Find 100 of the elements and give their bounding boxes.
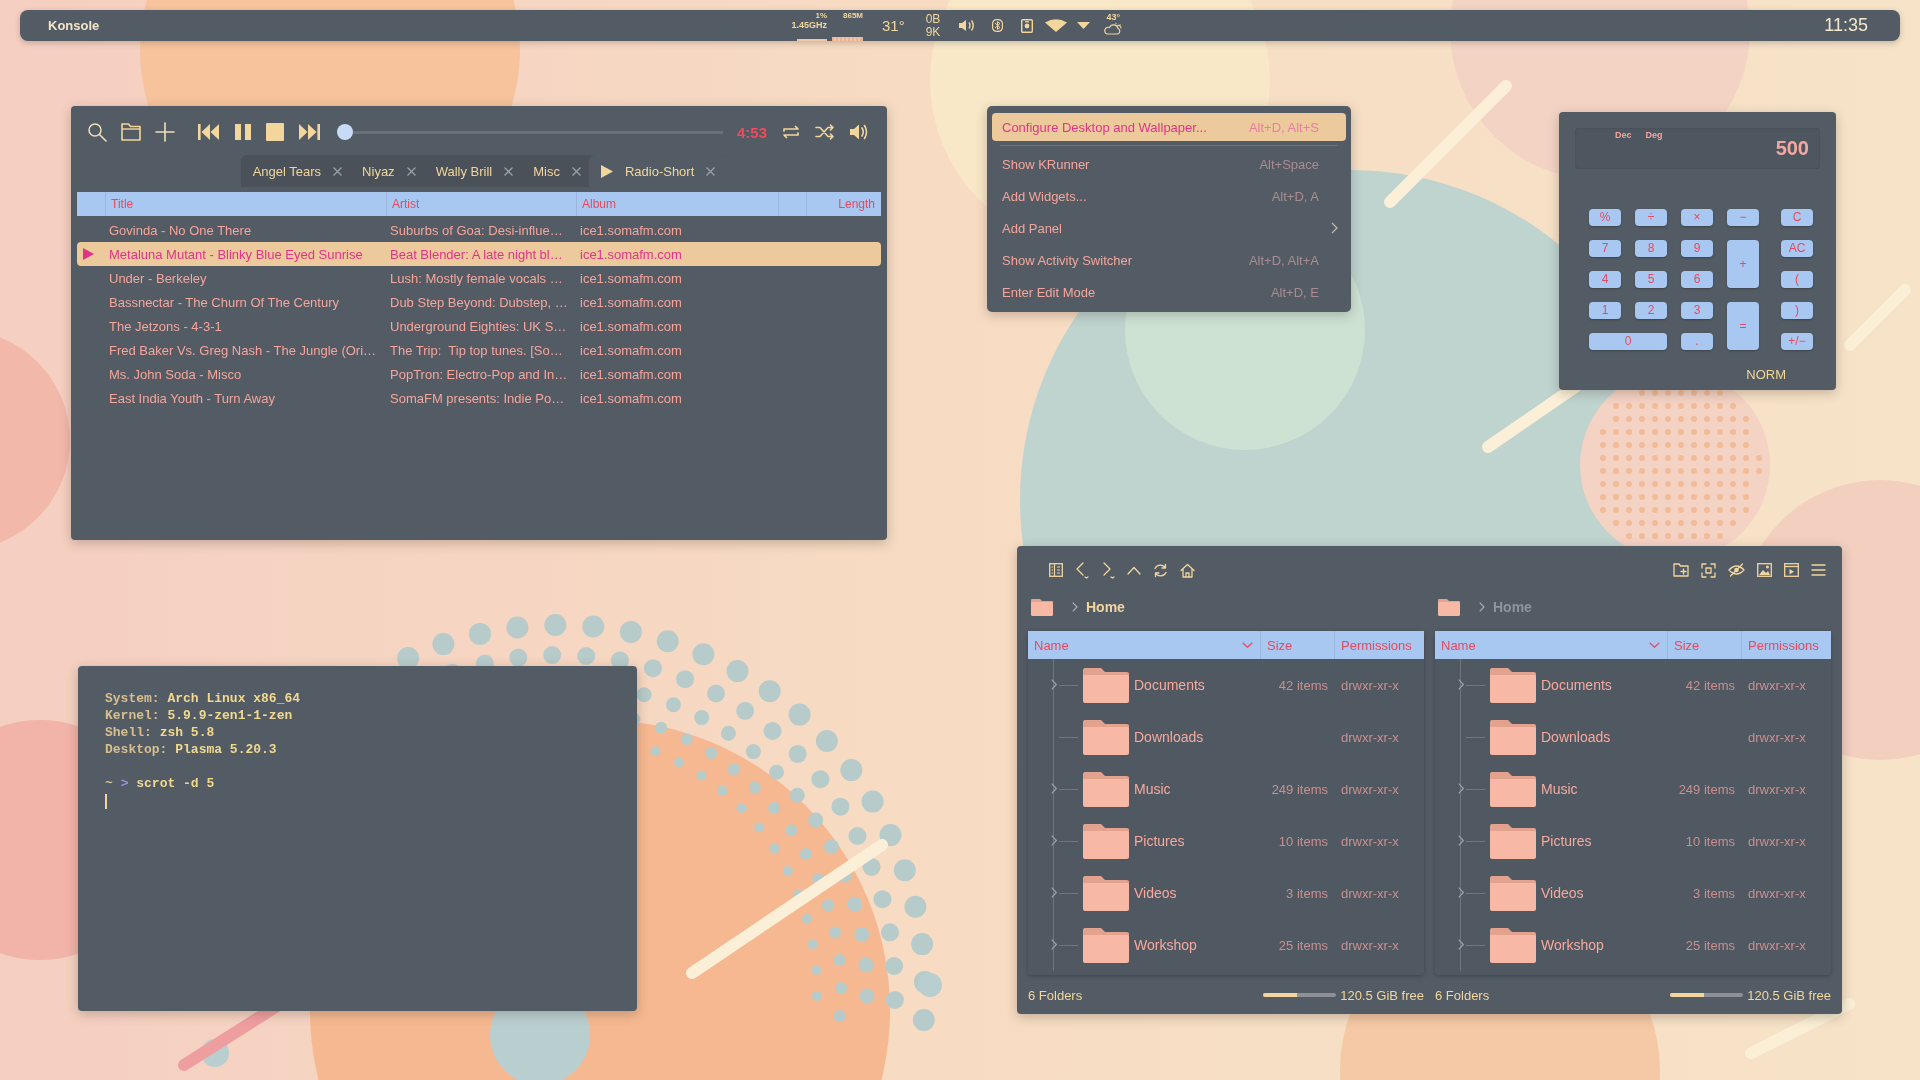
plus-icon[interactable] (155, 122, 175, 142)
play-panel-icon[interactable] (1784, 563, 1799, 577)
back-icon[interactable] (1075, 561, 1089, 579)
clock-text[interactable]: 11:35 (1824, 15, 1868, 36)
menu-item[interactable]: Add Widgets... Alt+D, A (992, 182, 1346, 210)
calculator-key[interactable]: 3 (1681, 302, 1713, 319)
calculator-key[interactable]: 2 (1635, 302, 1667, 319)
image-icon[interactable] (1757, 563, 1772, 577)
calculator-key[interactable]: 9 (1681, 240, 1713, 257)
close-icon[interactable] (706, 166, 716, 176)
playlist-row[interactable]: Metaluna Mutant - Blinky Blue Eyed Sunrise Beat Blender: A late night bl… ice1.somafm.com (77, 242, 881, 266)
repeat-icon[interactable] (781, 124, 801, 140)
calculator-key[interactable]: AC (1781, 240, 1813, 257)
calculator-key[interactable]: 8 (1635, 240, 1667, 257)
reload-icon[interactable] (1153, 562, 1168, 578)
column-header[interactable]: Album (577, 192, 779, 216)
menu-item[interactable]: Enter Edit Mode Alt+D, E (992, 278, 1346, 306)
forward-icon[interactable] (1101, 561, 1115, 579)
phone-icon[interactable] (1021, 18, 1034, 33)
pause-icon[interactable] (234, 123, 252, 141)
calculator-key[interactable]: ÷ (1635, 209, 1667, 226)
playlist-row[interactable]: Ms. John Soda - Misco PopTron: Electro-Pop and In… ice1.somafm.com (77, 362, 881, 386)
search-icon[interactable] (87, 122, 107, 142)
column-header[interactable]: Size (1261, 631, 1335, 659)
file-name[interactable]: Workshop (1541, 937, 1604, 953)
playlist-row[interactable]: Govinda - No One There Suburbs of Goa: Desi-influe… ice1.somafm.com (77, 218, 881, 242)
column-header[interactable]: Permissions (1335, 631, 1424, 659)
calculator-key[interactable]: 1 (1589, 302, 1621, 319)
file-name[interactable]: Pictures (1541, 833, 1592, 849)
next-icon[interactable] (298, 123, 320, 141)
close-icon[interactable] (406, 166, 416, 176)
close-icon[interactable] (504, 166, 514, 176)
close-icon[interactable] (333, 166, 343, 176)
folder-icon[interactable] (121, 123, 141, 141)
menu-item[interactable]: Show KRunner Alt+Space (992, 150, 1346, 178)
bluetooth-icon[interactable] (992, 19, 1004, 32)
calculator-key[interactable]: 7 (1589, 240, 1621, 257)
calculator-key[interactable]: 6 (1681, 271, 1713, 288)
playlist-row[interactable]: Fred Baker Vs. Greg Nash - The Jungle (Ori… The Trip: Tip top tunes. [So… ice1.somafm.com (77, 338, 881, 362)
slider-handle[interactable] (337, 124, 353, 140)
playlist-tab[interactable]: Radio-Short (588, 155, 730, 187)
calculator-key[interactable]: 0 (1589, 333, 1667, 350)
playlist-tab[interactable]: Wally Brill (423, 155, 522, 187)
expand-tray-icon[interactable] (1077, 22, 1091, 29)
breadcrumb-item[interactable]: Home (1086, 599, 1125, 615)
calculator-key[interactable]: 5 (1635, 271, 1667, 288)
column-header[interactable]: Name (1028, 631, 1261, 659)
weather-icon[interactable] (1104, 22, 1123, 35)
playlist-row[interactable]: Bassnectar - The Churn Of The Century Dub Step Beyond: Dubstep, … ice1.somafm.com (77, 290, 881, 314)
fullscreen-icon[interactable] (1701, 562, 1716, 578)
calculator-key[interactable]: = (1727, 302, 1759, 350)
file-name[interactable]: Videos (1134, 885, 1177, 901)
menu-item[interactable]: Add Panel (992, 214, 1346, 242)
file-name[interactable]: Music (1541, 781, 1578, 797)
menu-icon[interactable] (1811, 564, 1826, 576)
file-name[interactable]: Pictures (1134, 833, 1185, 849)
sidebar-icon[interactable] (1049, 563, 1063, 577)
playlist-tab[interactable]: Angel Tears (240, 155, 351, 187)
calculator-key[interactable]: − (1727, 209, 1759, 226)
file-name[interactable]: Downloads (1134, 729, 1204, 745)
file-name[interactable]: Music (1134, 781, 1171, 797)
playlist-tab[interactable]: Niyaz (350, 155, 424, 187)
playlist-tab[interactable]: Misc (521, 155, 589, 187)
column-header[interactable]: Permissions (1742, 631, 1831, 659)
column-header[interactable]: Artist (387, 192, 577, 216)
calculator-key[interactable]: . (1681, 333, 1713, 350)
wifi-icon[interactable] (1045, 19, 1068, 32)
eye-slash-icon[interactable] (1728, 563, 1745, 577)
new-folder-icon[interactable] (1673, 563, 1689, 577)
close-icon[interactable] (571, 166, 581, 176)
calculator-key[interactable]: ) (1781, 302, 1813, 319)
column-header[interactable]: Name (1435, 631, 1668, 659)
file-name[interactable]: Videos (1541, 885, 1584, 901)
volume-icon[interactable] (958, 19, 976, 32)
file-name[interactable]: Downloads (1541, 729, 1611, 745)
playlist-row[interactable]: The Jetzons - 4-3-1 Underground Eighties: UK S… ice1.somafm.com (77, 314, 881, 338)
calculator-key[interactable]: ( (1781, 271, 1813, 288)
breadcrumb-item[interactable]: Home (1493, 599, 1532, 615)
file-name[interactable]: Workshop (1134, 937, 1197, 953)
menu-item[interactable]: Configure Desktop and Wallpaper... Alt+D, Alt+S (992, 113, 1346, 141)
status-text: 6 Folders (1435, 987, 1490, 1003)
file-name[interactable]: Documents (1541, 677, 1612, 693)
wallpaper-circle (201, 1039, 229, 1067)
calculator-key[interactable]: 4 (1589, 271, 1621, 288)
column-header[interactable]: Length (807, 192, 881, 216)
column-header[interactable]: Size (1668, 631, 1742, 659)
playlist-row[interactable]: Under - Berkeley Lush: Mostly female vocals … ice1.somafm.com (77, 266, 881, 290)
home-icon[interactable] (1180, 562, 1195, 578)
file-name[interactable]: Documents (1134, 677, 1205, 693)
shuffle-icon[interactable] (815, 124, 835, 140)
calculator-key[interactable]: + (1727, 240, 1759, 288)
calculator-key[interactable]: C (1781, 209, 1813, 226)
volume-icon[interactable] (849, 123, 869, 141)
calculator-key[interactable]: × (1681, 209, 1713, 226)
calculator-key[interactable]: +/− (1781, 333, 1813, 350)
playlist-row[interactable]: East India Youth - Turn Away SomaFM presents: Indie Po… ice1.somafm.com (77, 386, 881, 410)
menu-item[interactable]: Show Activity Switcher Alt+D, Alt+A (992, 246, 1346, 274)
previous-icon[interactable] (198, 123, 220, 141)
calculator-key[interactable]: % (1589, 209, 1621, 226)
column-header[interactable]: Title (106, 192, 387, 216)
